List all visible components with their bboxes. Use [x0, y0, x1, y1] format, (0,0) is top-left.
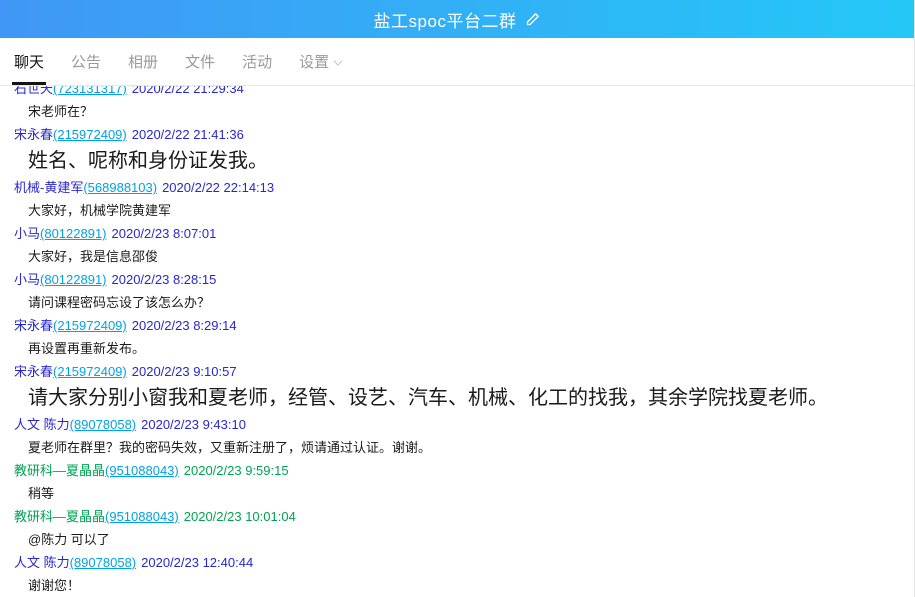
- message-text: 大家好，机械学院黄建军: [0, 199, 914, 222]
- tab-bar: 聊天 公告 相册 文件 活动 设置: [0, 38, 914, 86]
- message-group: 人文 陈力(89078058) 2020/2/23 12:40:44 谢谢您！: [0, 551, 914, 597]
- message-group: 宋永春(215972409) 2020/2/23 8:29:14 再设置再重新发布…: [0, 314, 914, 360]
- tab-label: 文件: [185, 51, 215, 72]
- timestamp: 2020/2/23 8:28:15: [112, 272, 217, 287]
- pencil-icon[interactable]: [525, 12, 540, 27]
- timestamp: 2020/2/23 9:10:57: [132, 364, 237, 379]
- message-header: 人文 陈力(89078058) 2020/2/23 9:43:10: [0, 413, 914, 436]
- sender-name: 石世天: [14, 86, 53, 96]
- message-header: 宋永春(215972409) 2020/2/23 8:29:14: [0, 314, 914, 337]
- sender-name: 宋永春: [14, 364, 53, 379]
- message-text: 稍等: [0, 482, 914, 505]
- chevron-down-icon: [334, 55, 343, 64]
- message-group: 教研科—夏晶晶(951088043) 2020/2/23 9:59:15 稍等: [0, 459, 914, 505]
- message-text: 宋老师在？: [0, 100, 914, 123]
- sender-name: 小马: [14, 272, 40, 287]
- sender-name: 教研科—夏晶晶: [14, 463, 105, 478]
- tab-label: 设置: [299, 51, 329, 72]
- tab-label: 相册: [128, 51, 158, 72]
- message-group: 宋永春(215972409) 2020/2/23 9:10:57 请大家分别小窗我…: [0, 360, 914, 413]
- tab-activity[interactable]: 活动: [242, 38, 272, 85]
- timestamp: 2020/2/22 21:29:34: [132, 86, 244, 96]
- timestamp: 2020/2/23 9:43:10: [141, 417, 246, 432]
- message-header: 小马(80122891) 2020/2/23 8:28:15: [0, 268, 914, 291]
- group-title: 盐工spoc平台二群: [374, 7, 517, 32]
- sender-name: 教研科—夏晶晶: [14, 509, 105, 524]
- message-text: 谢谢您！: [0, 574, 914, 597]
- tab-label: 活动: [242, 51, 272, 72]
- uid-link[interactable]: (215972409): [53, 364, 127, 379]
- message-group: 教研科—夏晶晶(951088043) 2020/2/23 10:01:04 @陈力…: [0, 505, 914, 551]
- message-group: 小马(80122891) 2020/2/23 8:07:01 大家好，我是信息邵俊: [0, 222, 914, 268]
- uid-link[interactable]: (215972409): [53, 318, 127, 333]
- timestamp: 2020/2/23 8:07:01: [112, 226, 217, 241]
- message-group: 宋永春(215972409) 2020/2/22 21:41:36 姓名、呢称和身…: [0, 123, 914, 176]
- message-group: 机械-黄建军(568988103) 2020/2/22 22:14:13 大家好，…: [0, 176, 914, 222]
- sender-name: 机械-黄建军: [14, 180, 83, 195]
- sender-name: 人文 陈力: [14, 417, 70, 432]
- message-header: 宋永春(215972409) 2020/2/22 21:41:36: [0, 123, 914, 146]
- tab-label: 聊天: [14, 51, 44, 72]
- message-header: 教研科—夏晶晶(951088043) 2020/2/23 9:59:15: [0, 459, 914, 482]
- uid-link[interactable]: (568988103): [83, 180, 157, 195]
- group-chat-window: 盐工spoc平台二群 聊天 公告 相册 文件 活动 设置 石世天(7231313…: [0, 0, 915, 597]
- message-text: 姓名、呢称和身份证发我。: [0, 146, 914, 176]
- uid-link[interactable]: (89078058): [70, 555, 137, 570]
- message-text: 大家好，我是信息邵俊: [0, 245, 914, 268]
- timestamp: 2020/2/23 10:01:04: [184, 509, 296, 524]
- message-header: 小马(80122891) 2020/2/23 8:07:01: [0, 222, 914, 245]
- uid-link[interactable]: (215972409): [53, 127, 127, 142]
- tab-chat[interactable]: 聊天: [14, 38, 44, 85]
- message-group: 石世天(723131317) 2020/2/22 21:29:34 宋老师在？: [0, 86, 914, 123]
- message-text: 再设置再重新发布。: [0, 337, 914, 360]
- timestamp: 2020/2/22 22:14:13: [162, 180, 274, 195]
- timestamp: 2020/2/23 12:40:44: [141, 555, 253, 570]
- sender-name: 宋永春: [14, 318, 53, 333]
- uid-link[interactable]: (951088043): [105, 509, 179, 524]
- uid-link[interactable]: (80122891): [40, 272, 107, 287]
- chat-log[interactable]: 石世天(723131317) 2020/2/22 21:29:34 宋老师在？ 宋…: [0, 86, 914, 597]
- timestamp: 2020/2/23 8:29:14: [132, 318, 237, 333]
- tab-settings[interactable]: 设置: [299, 38, 343, 85]
- uid-link[interactable]: (723131317): [53, 86, 127, 96]
- tab-album[interactable]: 相册: [128, 38, 158, 85]
- tab-announcement[interactable]: 公告: [71, 38, 101, 85]
- sender-name: 宋永春: [14, 127, 53, 142]
- message-header: 机械-黄建军(568988103) 2020/2/22 22:14:13: [0, 176, 914, 199]
- message-header: 人文 陈力(89078058) 2020/2/23 12:40:44: [0, 551, 914, 574]
- timestamp: 2020/2/23 9:59:15: [184, 463, 289, 478]
- message-text: @陈力 可以了: [0, 528, 914, 551]
- timestamp: 2020/2/22 21:41:36: [132, 127, 244, 142]
- uid-link[interactable]: (80122891): [40, 226, 107, 241]
- message-header: 石世天(723131317) 2020/2/22 21:29:34: [0, 86, 914, 100]
- message-text: 请问课程密码忘设了该怎么办？: [0, 291, 914, 314]
- tab-files[interactable]: 文件: [185, 38, 215, 85]
- tab-label: 公告: [71, 51, 101, 72]
- message-text: 夏老师在群里？我的密码失效，又重新注册了，烦请通过认证。谢谢。: [0, 436, 914, 459]
- titlebar: 盐工spoc平台二群: [0, 0, 914, 38]
- sender-name: 人文 陈力: [14, 555, 70, 570]
- message-header: 宋永春(215972409) 2020/2/23 9:10:57: [0, 360, 914, 383]
- message-header: 教研科—夏晶晶(951088043) 2020/2/23 10:01:04: [0, 505, 914, 528]
- uid-link[interactable]: (951088043): [105, 463, 179, 478]
- message-group: 小马(80122891) 2020/2/23 8:28:15 请问课程密码忘设了该…: [0, 268, 914, 314]
- message-text: 请大家分别小窗我和夏老师，经管、设艺、汽车、机械、化工的找我，其余学院找夏老师。: [0, 383, 914, 413]
- uid-link[interactable]: (89078058): [70, 417, 137, 432]
- message-group: 人文 陈力(89078058) 2020/2/23 9:43:10 夏老师在群里？…: [0, 413, 914, 459]
- sender-name: 小马: [14, 226, 40, 241]
